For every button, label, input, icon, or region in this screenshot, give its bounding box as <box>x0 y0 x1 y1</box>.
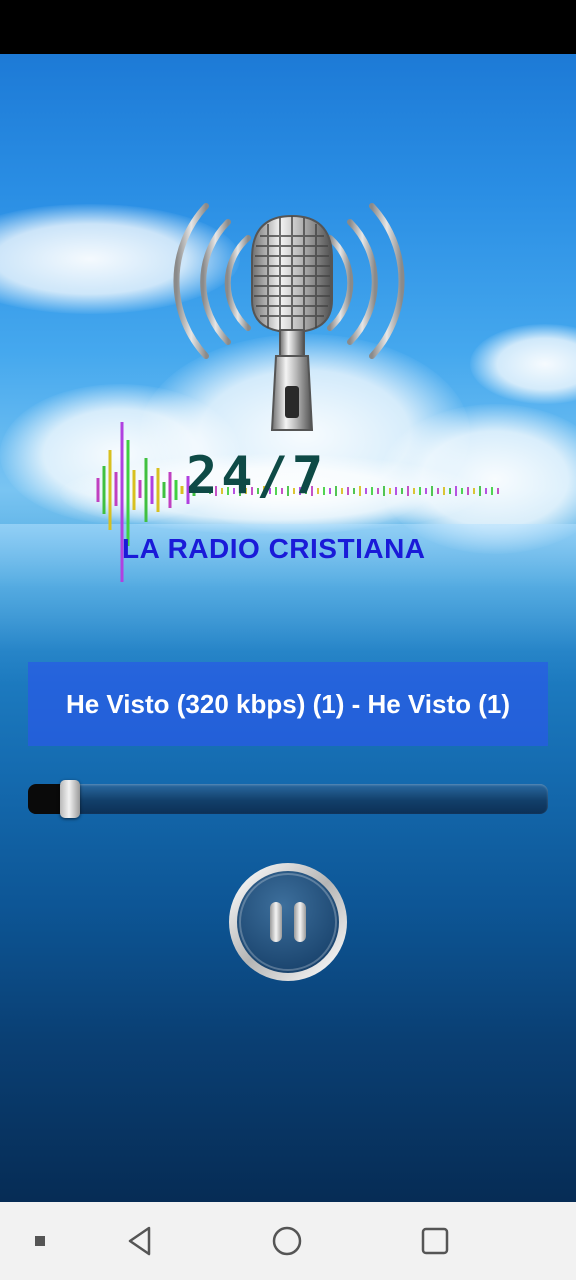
now-playing-banner: He Visto (320 kbps) (1) - He Visto (1) <box>28 662 548 746</box>
logo-title: 24/7 <box>186 446 328 506</box>
home-button[interactable] <box>257 1202 317 1280</box>
recents-button[interactable] <box>405 1202 465 1280</box>
back-triangle-icon <box>128 1226 151 1256</box>
recents-square-icon <box>421 1227 449 1255</box>
seek-bar-thumb[interactable] <box>60 780 80 818</box>
microphone-logo-icon <box>96 203 499 582</box>
pause-icon <box>229 863 347 981</box>
pause-button[interactable] <box>228 862 348 982</box>
home-circle-icon <box>272 1226 302 1256</box>
system-navigation-bar <box>0 1202 576 1280</box>
back-button[interactable] <box>110 1202 170 1280</box>
menu-square-icon <box>35 1236 45 1246</box>
logo-subtitle: LA RADIO CRISTIANA <box>122 533 426 564</box>
now-playing-title: He Visto (320 kbps) (1) - He Visto (1) <box>65 688 511 719</box>
menu-button[interactable] <box>20 1202 60 1280</box>
status-bar <box>0 0 576 54</box>
screen: 24/7 LA RADIO CRISTIANA He Visto (320 kb… <box>0 0 576 1280</box>
seek-bar[interactable] <box>28 780 548 818</box>
